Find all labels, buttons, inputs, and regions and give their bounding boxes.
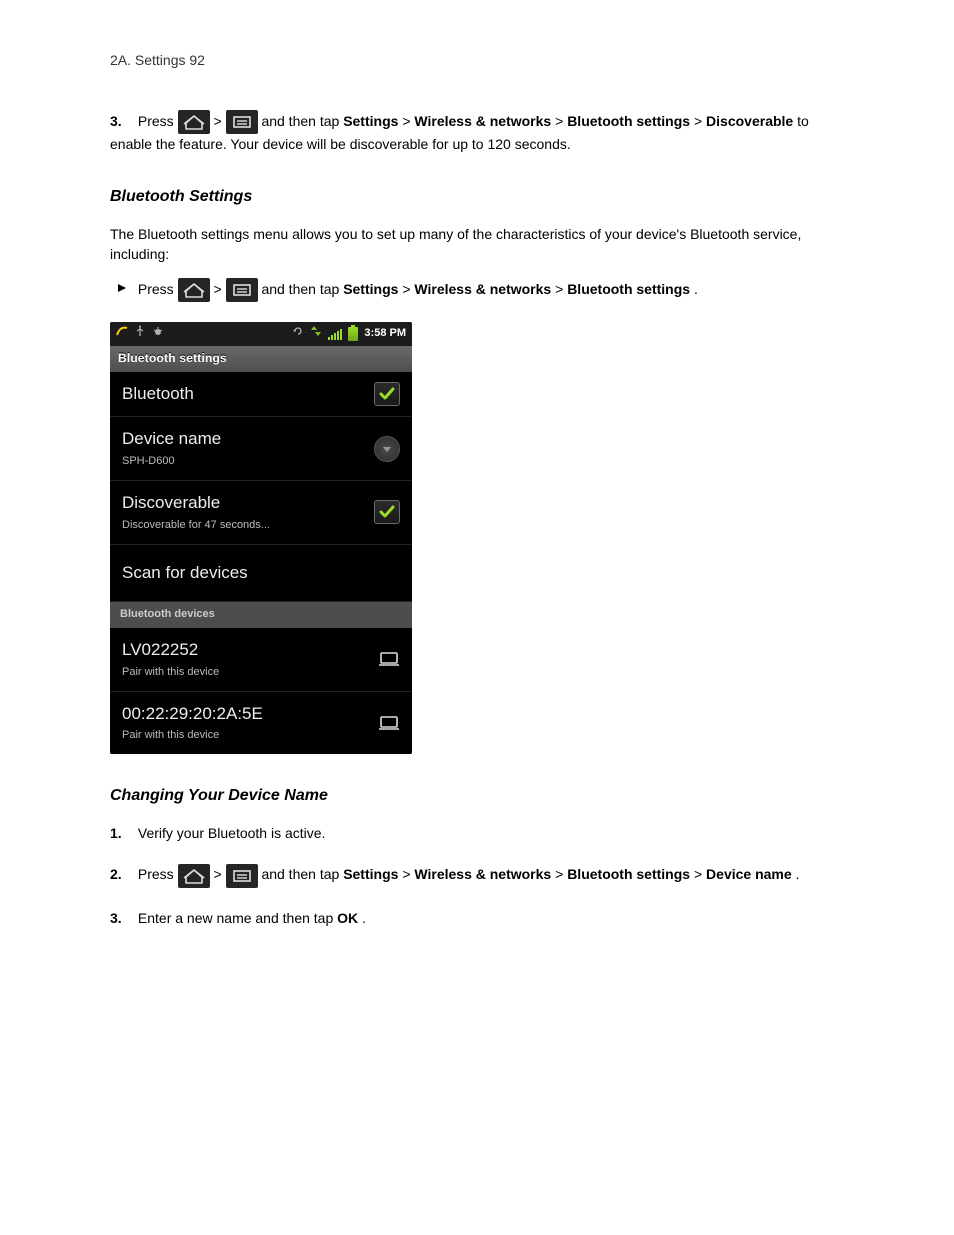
sb2-bold2: Wireless & networks: [414, 866, 551, 882]
sb2-bold3: Bluetooth settings: [567, 866, 690, 882]
s3-aftermenu: and then tap: [261, 113, 343, 129]
step-b2: 2. Press > and then tap Settings > Wirel…: [110, 864, 844, 888]
s3-bold3: Bluetooth settings: [567, 113, 690, 129]
row-scan-title: Scan for devices: [122, 561, 248, 586]
s3-between: >: [213, 113, 225, 129]
page-number: 2A. Settings 92: [110, 50, 844, 70]
signal-icon: [328, 328, 342, 340]
home-icon: [178, 864, 210, 888]
sa-sep1: >: [402, 281, 414, 297]
bluetooth-checkbox[interactable]: [374, 382, 400, 406]
row-device-name-title: Device name: [122, 427, 221, 452]
device-row[interactable]: 00:22:29:20:2A:5E Pair with this device: [110, 692, 412, 755]
computer-icon: [378, 650, 400, 668]
sb3-bold1: OK: [337, 910, 358, 926]
arrow-bullet-icon: [110, 279, 134, 299]
device-sub: Pair with this device: [122, 665, 219, 681]
step-b1: 1. Verify your Bluetooth is active.: [110, 823, 844, 843]
sb3-before: Enter a new name and then tap: [138, 910, 337, 926]
device-title: LV022252: [122, 638, 219, 663]
row-bluetooth[interactable]: Bluetooth: [110, 372, 412, 418]
sa-bold1: Settings: [343, 281, 398, 297]
device-title: 00:22:29:20:2A:5E: [122, 702, 263, 727]
status-bar: 3:58 PM: [110, 322, 412, 346]
home-icon: [178, 278, 210, 302]
step-arrow-text: Press > and then tap Settings > Wireless…: [138, 281, 698, 297]
status-time: 3:58 PM: [364, 326, 406, 342]
step-b1-text: Verify your Bluetooth is active.: [138, 825, 326, 841]
s3-bold2: Wireless & networks: [414, 113, 551, 129]
usb-icon: [134, 325, 146, 343]
step-b3-num: 3.: [110, 908, 134, 928]
s3-before: Press: [138, 113, 178, 129]
step-b3: 3. Enter a new name and then tap OK .: [110, 908, 844, 928]
s3-sep1: >: [402, 113, 414, 129]
device-name-dropdown-icon[interactable]: [374, 436, 400, 462]
s3-bold4: Discoverable: [706, 113, 793, 129]
sync-icon: [292, 325, 304, 343]
sprint-logo-icon: [116, 325, 128, 343]
sb2-before: Press: [138, 866, 178, 882]
step-b2-num: 2.: [110, 864, 134, 884]
battery-icon: [348, 327, 358, 341]
sb2-between: >: [213, 866, 225, 882]
row-discoverable-title: Discoverable: [122, 491, 270, 516]
s3-bold1: Settings: [343, 113, 398, 129]
computer-icon: [378, 714, 400, 732]
panel-title: Bluetooth settings: [110, 346, 412, 371]
home-icon: [178, 110, 210, 134]
menu-icon: [226, 110, 258, 134]
s3-sep2: >: [555, 113, 567, 129]
step-b2-text: Press > and then tap Settings > Wireless…: [138, 866, 800, 882]
sa-tail: .: [694, 281, 698, 297]
row-scan[interactable]: Scan for devices: [110, 545, 412, 603]
step-3-text: Press > and then tap Settings > Wireless…: [110, 113, 809, 152]
sb2-sep1: >: [402, 866, 414, 882]
menu-icon: [226, 278, 258, 302]
discoverable-checkbox[interactable]: [374, 500, 400, 524]
step-3-num: 3.: [110, 111, 134, 131]
lead-1: The Bluetooth settings menu allows you t…: [110, 224, 844, 265]
sa-bold3: Bluetooth settings: [567, 281, 690, 297]
device-sub: Pair with this device: [122, 728, 263, 744]
menu-icon: [226, 864, 258, 888]
devices-header: Bluetooth devices: [110, 602, 412, 628]
sa-between: >: [213, 281, 225, 297]
row-device-name-sub: SPH-D600: [122, 454, 221, 470]
sa-aftermenu: and then tap: [261, 281, 343, 297]
sb2-bold4: Device name: [706, 866, 792, 882]
sb2-bold1: Settings: [343, 866, 398, 882]
sb2-aftermenu: and then tap: [261, 866, 343, 882]
sb3-tail: .: [362, 910, 366, 926]
sb2-tail: .: [796, 866, 800, 882]
sb2-sep3: >: [694, 866, 706, 882]
row-device-name[interactable]: Device name SPH-D600: [110, 417, 412, 481]
row-discoverable-sub: Discoverable for 47 seconds...: [122, 518, 270, 534]
sa-sep2: >: [555, 281, 567, 297]
sb2-sep2: >: [555, 866, 567, 882]
device-row[interactable]: LV022252 Pair with this device: [110, 628, 412, 692]
sa-before: Press: [138, 281, 178, 297]
heading-changing-device-name: Changing Your Device Name: [110, 784, 844, 807]
step-b3-text: Enter a new name and then tap OK .: [138, 910, 366, 926]
phone-screenshot: 3:58 PM Bluetooth settings Bluetooth Dev…: [110, 322, 412, 754]
step-3: 3. Press > and then tap Settings > Wirel…: [110, 110, 844, 154]
data-icon: [310, 325, 322, 343]
sa-bold2: Wireless & networks: [414, 281, 551, 297]
row-discoverable[interactable]: Discoverable Discoverable for 47 seconds…: [110, 481, 412, 545]
row-bluetooth-title: Bluetooth: [122, 382, 194, 407]
heading-bluetooth-settings: Bluetooth Settings: [110, 185, 844, 208]
s3-sep3: >: [694, 113, 706, 129]
debug-icon: [152, 325, 164, 343]
step-b1-num: 1.: [110, 823, 134, 843]
step-arrow: Press > and then tap Settings > Wireless…: [110, 278, 844, 302]
